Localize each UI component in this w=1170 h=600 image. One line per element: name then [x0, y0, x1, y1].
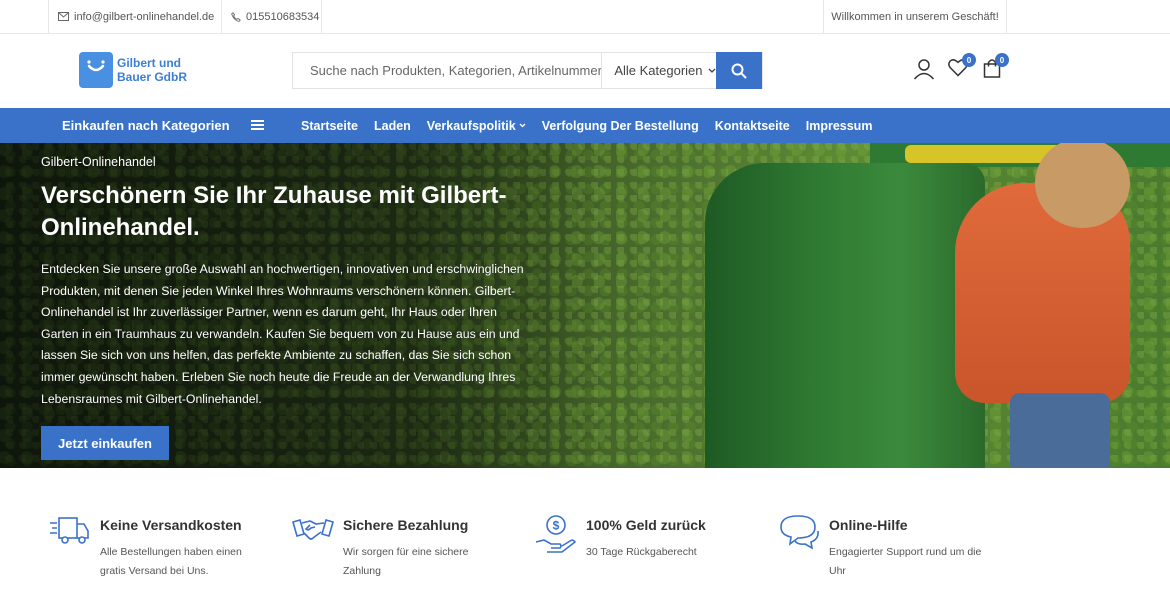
feature-title: 100% Geld zurück: [586, 517, 706, 533]
hero-description: Entdecken Sie unsere große Auswahl an ho…: [41, 262, 524, 406]
money-back-icon: $: [535, 515, 577, 553]
cart-button[interactable]: 0: [983, 53, 1009, 83]
category-select-value: Alle Kategorien: [614, 63, 703, 78]
feature-text: Wir sorgen für eine sichere Zahlung: [343, 546, 469, 577]
main-nav: Einkaufen nach Kategorien Startseite Lad…: [0, 108, 1170, 143]
nav-link-verkaufspolitik-label: Verkaufspolitik: [426, 118, 516, 133]
account-button[interactable]: [913, 58, 935, 85]
nav-categories[interactable]: Einkaufen nach Kategorien: [62, 108, 230, 143]
logo-line2: Bauer GdbR: [117, 70, 188, 84]
nav-link-laden[interactable]: Laden: [374, 119, 411, 133]
hero-subtitle: Gilbert-Onlinehandel: [41, 155, 156, 169]
top-bar: info@gilbert-onlinehandel.de 01551068353…: [0, 0, 1170, 34]
wishlist-count-badge: 0: [962, 53, 976, 67]
feature-text: Alle Bestellungen haben einen gratis Ver…: [100, 546, 242, 577]
user-icon: [913, 59, 935, 80]
nav-link-kontaktseite[interactable]: Kontaktseite: [715, 119, 790, 133]
topbar-email-text: info@gilbert-onlinehandel.de: [74, 10, 215, 23]
topbar-phone[interactable]: 015510683534: [222, 0, 322, 33]
handshake-icon: [292, 519, 334, 540]
hero-title: Verschönern Sie Ihr Zuhause mit Gilbert-…: [41, 182, 507, 241]
mail-icon: [58, 12, 69, 21]
search-button[interactable]: [716, 52, 762, 89]
phone-icon: [231, 11, 241, 22]
feature-title: Sichere Bezahlung: [343, 517, 469, 533]
logo-line1: Gilbert und: [117, 56, 181, 70]
svg-text:$: $: [553, 519, 560, 533]
chevron-down-icon: [519, 123, 526, 128]
feature-text: 30 Tage Rückgaberecht: [586, 546, 697, 558]
search-bar: Alle Kategorien: [292, 52, 763, 89]
nav-link-startseite[interactable]: Startseite: [301, 119, 358, 133]
feature-title: Keine Versandkosten: [100, 517, 242, 533]
chevron-down-icon: [708, 68, 715, 73]
nav-link-bestellverfolgung[interactable]: Verfolgung Der Bestellung: [542, 119, 699, 133]
logo-bag-icon: [79, 52, 113, 88]
search-input[interactable]: [293, 53, 602, 88]
hamburger-menu-icon[interactable]: [251, 119, 264, 131]
chat-icon: [780, 515, 819, 550]
shop-now-button[interactable]: Jetzt einkaufen: [41, 426, 169, 460]
search-icon: [731, 63, 747, 78]
topbar-welcome: Willkommen in unserem Geschäft!: [823, 0, 1007, 33]
feature-text: Engagierter Support rund um die Uhr: [829, 546, 982, 577]
wishlist-button[interactable]: 0: [948, 53, 976, 82]
nav-link-impressum[interactable]: Impressum: [806, 119, 873, 133]
logo[interactable]: Gilbert und Bauer GdbR: [79, 52, 187, 88]
topbar-phone-text: 015510683534: [246, 10, 320, 23]
cart-count-badge: 0: [995, 53, 1009, 67]
feature-title: Online-Hilfe: [829, 517, 908, 533]
topbar-email[interactable]: info@gilbert-onlinehandel.de: [48, 0, 222, 33]
category-select[interactable]: Alle Kategorien: [601, 53, 716, 88]
nav-link-verkaufspolitik[interactable]: Verkaufspolitik: [427, 119, 526, 133]
truck-icon: [50, 517, 89, 544]
